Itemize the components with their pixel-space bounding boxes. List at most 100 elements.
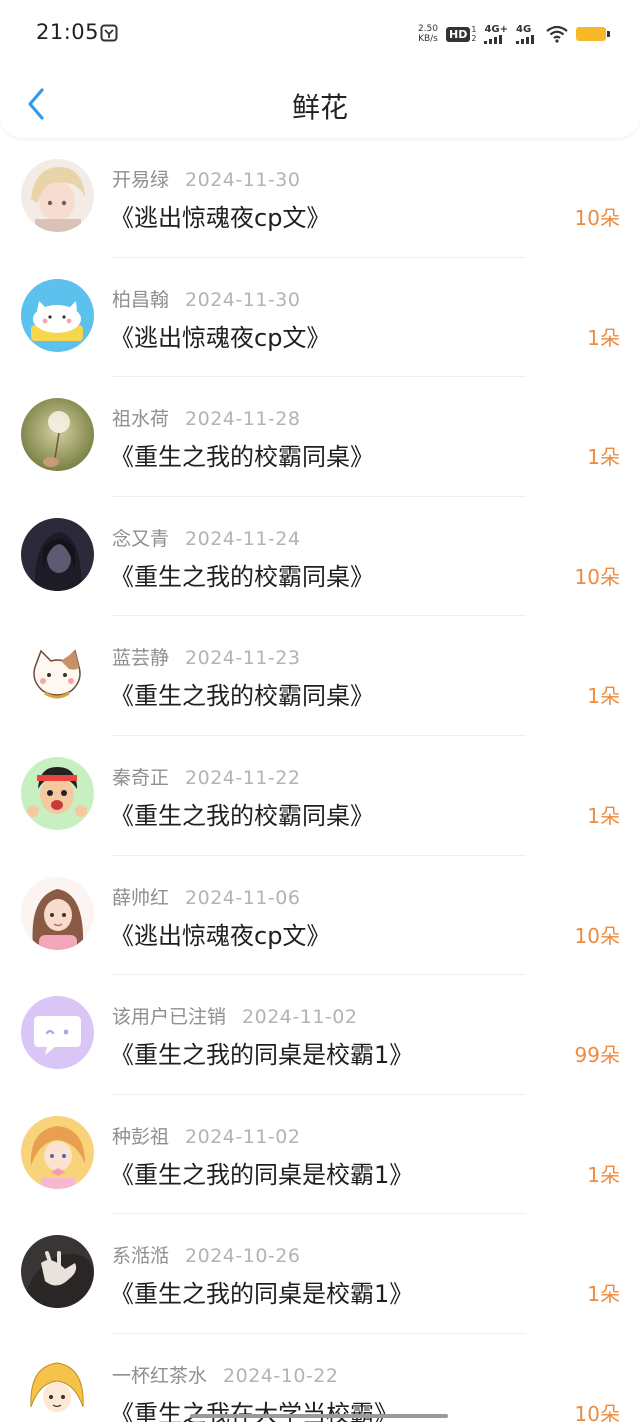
date: 2024-11-28: [185, 408, 301, 431]
list-item[interactable]: 种彭祖 2024-11-02 《重生之我的同桌是校霸1》 1朵: [0, 1094, 640, 1215]
user-line: 系湉湉 2024-10-26: [112, 1241, 300, 1268]
avatar[interactable]: [21, 517, 94, 591]
username: 一杯红茶水: [112, 1364, 208, 1387]
user-line: 种彭祖 2024-11-02: [112, 1122, 300, 1149]
list-item[interactable]: 蓝芸静 2024-11-23 《重生之我的校霸同桌》 1朵: [0, 616, 640, 736]
list-item[interactable]: 一杯红茶水 2024-10-22 《重生之我在大学当校霸》 10朵: [0, 1333, 640, 1422]
hd-sub: 1 2: [471, 25, 476, 43]
flower-count: 1朵: [587, 803, 620, 828]
book-title: 《重生之我的校霸同桌》: [110, 562, 374, 591]
username: 蓝芸静: [112, 647, 170, 670]
book-title: 《逃出惊魂夜cp文》: [110, 921, 331, 950]
flower-count: 1朵: [587, 684, 620, 709]
signal-bars-icon: [516, 34, 534, 44]
avatar[interactable]: [21, 398, 94, 472]
page-title: 鲜花: [291, 91, 348, 124]
status-icons: 2.50 KB/s HD 1 2 4G+ 4G: [418, 20, 610, 48]
top-bar: 21:05 2.50 KB/s HD 1 2 4G+ 4G 鲜花: [0, 0, 640, 138]
username: 祖水荷: [112, 408, 170, 431]
flower-count: 10朵: [574, 564, 620, 589]
avatar[interactable]: [21, 637, 94, 711]
avatar[interactable]: [21, 1235, 94, 1309]
username: 该用户已注销: [112, 1006, 227, 1029]
date: 2024-10-26: [185, 1245, 301, 1268]
username: 秦奇正: [112, 766, 170, 789]
flower-count: 10朵: [574, 923, 620, 948]
date: 2024-11-02: [185, 1125, 301, 1148]
list-item[interactable]: 秦奇正 2024-11-22 《重生之我的校霸同桌》 1朵: [0, 735, 640, 856]
date: 2024-10-22: [223, 1364, 339, 1387]
username: 系湉湉: [112, 1245, 170, 1268]
user-line: 该用户已注销 2024-11-02: [112, 1002, 357, 1029]
username: 种彭祖: [112, 1125, 170, 1148]
flower-list: 开易绿 2024-11-30 《逃出惊魂夜cp文》 10朵 柏昌翰 2024-1…: [0, 138, 640, 1422]
status-bar: 21:05 2.50 KB/s HD 1 2 4G+ 4G: [0, 0, 640, 68]
signal-4g-plus: 4G+: [484, 23, 508, 44]
hd-sub-top: 1: [471, 25, 477, 34]
avatar[interactable]: [21, 1115, 94, 1189]
battery-icon: [576, 27, 610, 41]
flower-count: 99朵: [574, 1043, 620, 1068]
screen: 21:05 2.50 KB/s HD 1 2 4G+ 4G 鲜花 开易绿 202…: [0, 0, 640, 1422]
date: 2024-11-24: [185, 527, 301, 550]
date: 2024-11-22: [185, 766, 301, 789]
book-title: 《逃出惊魂夜cp文》: [110, 204, 331, 232]
username: 薛帅红: [112, 886, 170, 909]
avatar[interactable]: [21, 756, 94, 830]
user-line: 柏昌翰 2024-11-30: [112, 285, 300, 312]
user-line: 祖水荷 2024-11-28: [112, 404, 300, 431]
signal-bars-icon: [484, 34, 503, 44]
user-line: 秦奇正 2024-11-22: [112, 763, 300, 790]
avatar[interactable]: [21, 1354, 94, 1422]
list-item[interactable]: 开易绿 2024-11-30 《逃出惊魂夜cp文》 10朵: [0, 138, 640, 258]
list-item[interactable]: 祖水荷 2024-11-28 《重生之我的校霸同桌》 1朵: [0, 377, 640, 497]
user-line: 一杯红茶水 2024-10-22: [112, 1361, 338, 1388]
list-item[interactable]: 念又青 2024-11-24 《重生之我的校霸同桌》 10朵: [0, 496, 640, 617]
network-label-2: 4G: [516, 23, 532, 35]
avatar[interactable]: [21, 159, 94, 232]
hd-indicator: HD 1 2: [446, 25, 476, 43]
header: 鲜花: [0, 68, 640, 138]
flower-count: 10朵: [574, 1401, 620, 1422]
network-label-1: 4G+: [484, 23, 508, 35]
signal-4g: 4G: [516, 23, 538, 44]
flower-count: 1朵: [587, 325, 620, 350]
book-title: 《逃出惊魂夜cp文》: [110, 323, 331, 352]
avatar[interactable]: [21, 278, 94, 352]
date: 2024-11-30: [185, 288, 301, 311]
net-speed-value: 2.50: [417, 24, 439, 34]
book-title: 《重生之我的校霸同桌》: [110, 801, 374, 830]
book-title: 《重生之我的校霸同桌》: [110, 682, 374, 711]
hd-sub-bottom: 2: [471, 34, 477, 43]
book-title: 《重生之我的校霸同桌》: [110, 443, 374, 472]
username: 念又青: [112, 527, 170, 550]
date: 2024-11-06: [185, 886, 301, 909]
book-title: 《重生之我的同桌是校霸1》: [110, 1280, 414, 1309]
flower-count: 1朵: [587, 1162, 620, 1187]
home-indicator[interactable]: [190, 1414, 448, 1418]
wifi-icon: [546, 25, 568, 43]
net-speed-unit: KB/s: [418, 34, 438, 44]
book-title: 《重生之我的同桌是校霸1》: [110, 1041, 414, 1070]
date: 2024-11-02: [242, 1006, 358, 1029]
list-item[interactable]: 该用户已注销 2024-11-02 《重生之我的同桌是校霸1》 99朵: [0, 975, 640, 1095]
date: 2024-11-23: [185, 647, 301, 670]
net-speed: 2.50 KB/s: [418, 24, 438, 44]
avatar[interactable]: [21, 876, 94, 950]
user-line: 开易绿 2024-11-30: [112, 165, 300, 192]
flower-count: 1朵: [587, 1282, 620, 1307]
list-item[interactable]: 柏昌翰 2024-11-30 《逃出惊魂夜cp文》 1朵: [0, 257, 640, 378]
flower-count: 1朵: [587, 445, 620, 470]
user-line: 蓝芸静 2024-11-23: [112, 643, 300, 670]
notification-app-icon: [100, 24, 118, 42]
list-item[interactable]: 系湉湉 2024-10-26 《重生之我的同桌是校霸1》 1朵: [0, 1214, 640, 1334]
avatar[interactable]: [21, 996, 94, 1070]
book-title: 《重生之我的同桌是校霸1》: [110, 1160, 414, 1189]
list-item[interactable]: 薛帅红 2024-11-06 《逃出惊魂夜cp文》 10朵: [0, 855, 640, 976]
hd-icon: HD: [446, 26, 471, 42]
user-line: 薛帅红 2024-11-06: [112, 883, 300, 910]
status-time: 21:05: [36, 20, 100, 44]
user-line: 念又青 2024-11-24: [112, 524, 300, 551]
flower-count: 10朵: [574, 206, 620, 230]
username: 柏昌翰: [112, 288, 170, 311]
